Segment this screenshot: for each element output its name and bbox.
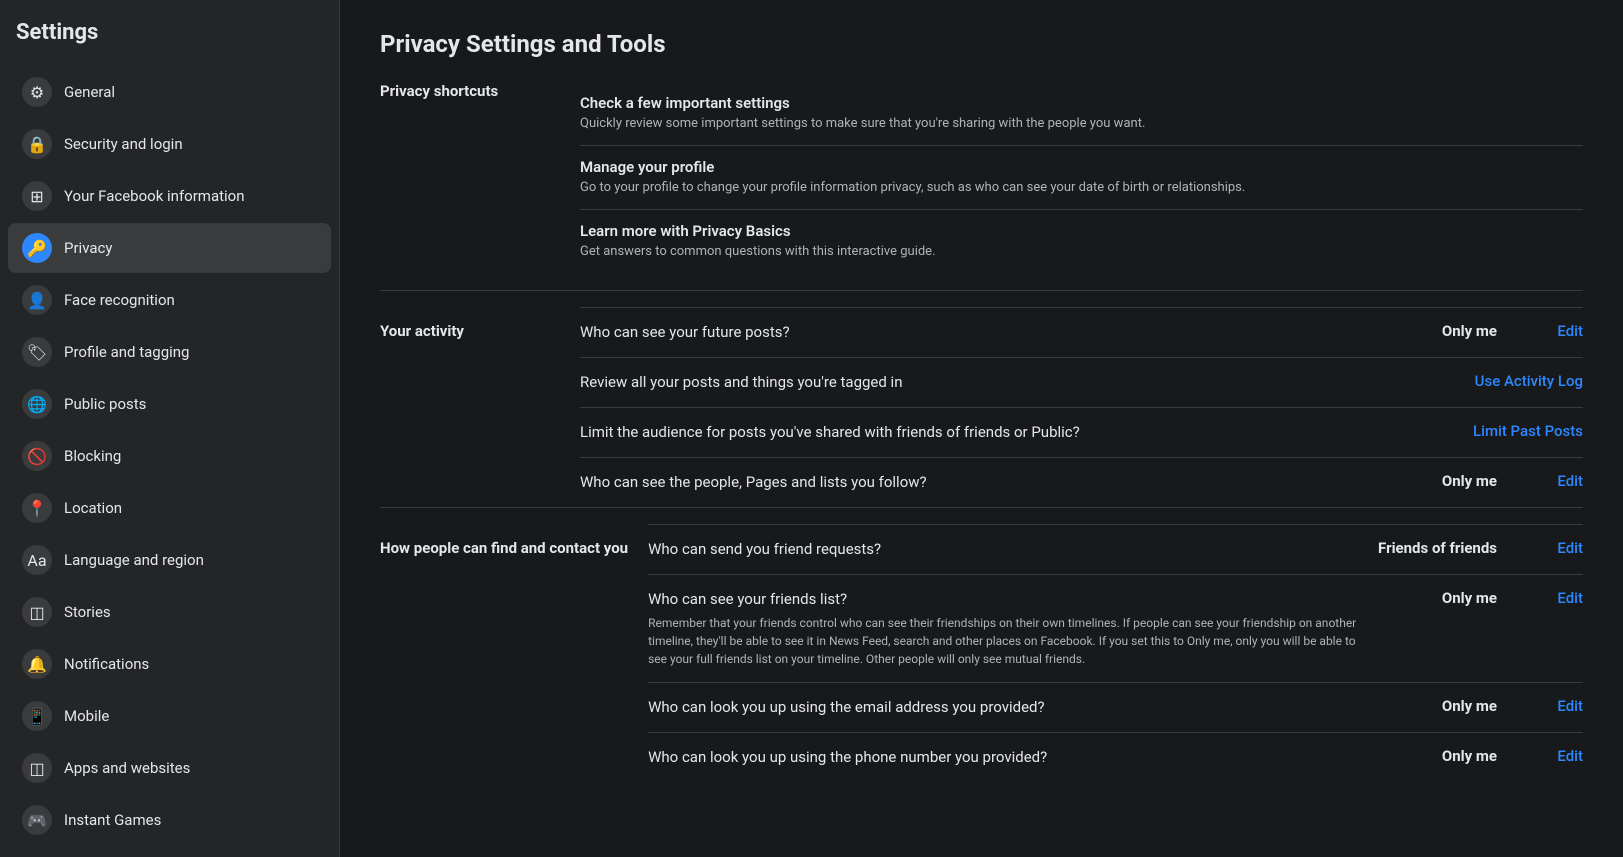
find-row-text-2: Who can look you up using the email addr… (648, 697, 1363, 718)
shortcut-item-0[interactable]: Check a few important settings Quickly re… (580, 82, 1583, 145)
sidebar-item-label-face-recognition: Face recognition (64, 291, 175, 309)
sidebar-item-label-instant-games: Instant Games (64, 811, 161, 829)
sidebar-item-notifications[interactable]: 🔔 Notifications (8, 639, 331, 689)
shortcut-title-2: Learn more with Privacy Basics (580, 222, 1583, 240)
sidebar-item-blocking[interactable]: 🚫 Blocking (8, 431, 331, 481)
sidebar-item-label-stories: Stories (64, 603, 111, 621)
shortcut-item-2[interactable]: Learn more with Privacy Basics Get answer… (580, 209, 1583, 273)
activity-row-action-0[interactable]: Edit (1523, 322, 1583, 340)
facebook-info-icon: ⊞ (22, 181, 52, 211)
activity-row-value-0: Only me (1373, 322, 1513, 340)
privacy-icon: 🔑 (22, 233, 52, 263)
profile-tagging-icon: 🏷 (22, 337, 52, 367)
sidebar: Settings ⚙ General 🔒 Security and login ⊞ You… (0, 0, 340, 857)
privacy-shortcuts-section: Privacy shortcuts Check a few important … (380, 82, 1583, 290)
sidebar-item-privacy[interactable]: 🔑 Privacy (8, 223, 331, 273)
security-icon: 🔒 (22, 129, 52, 159)
shortcut-desc-2: Get answers to common questions with thi… (580, 243, 1583, 261)
sidebar-item-location[interactable]: 📍 Location (8, 483, 331, 533)
sidebar-item-label-general: General (64, 83, 115, 101)
find-row-text-1: Who can see your friends list?Remember t… (648, 589, 1363, 668)
activity-row-text-2: Limit the audience for posts you've shar… (580, 422, 1463, 443)
find-row-text-0: Who can send you friend requests? (648, 539, 1363, 560)
language-icon: Aa (22, 545, 52, 575)
sidebar-item-label-language: Language and region (64, 551, 204, 569)
find-row-value-1: Only me (1373, 589, 1513, 607)
sidebar-item-instant-games[interactable]: 🎮 Instant Games (8, 795, 331, 845)
stories-icon: ◫ (22, 597, 52, 627)
find-row-value-2: Only me (1373, 697, 1513, 715)
sidebar-item-apps-websites[interactable]: ◫ Apps and websites (8, 743, 331, 793)
activity-row-0: Who can see your future posts? Only me Edi… (580, 307, 1583, 357)
your-activity-label: Your activity (380, 307, 580, 342)
main-content: Privacy Settings and Tools Privacy short… (340, 0, 1623, 857)
public-posts-icon: 🌐 (22, 389, 52, 419)
find-rows: Who can send you friend requests? Friends… (648, 524, 1583, 782)
how-people-find-section: How people can find and contact you Who … (380, 507, 1583, 782)
mobile-icon: 📱 (22, 701, 52, 731)
shortcut-title-0: Check a few important settings (580, 94, 1583, 112)
notifications-icon: 🔔 (22, 649, 52, 679)
sidebar-item-label-location: Location (64, 499, 122, 517)
shortcuts-items: Check a few important settings Quickly re… (580, 82, 1583, 274)
sidebar-item-label-security: Security and login (64, 135, 183, 153)
sidebar-item-language[interactable]: Aa Language and region (8, 535, 331, 585)
face-recognition-icon: 👤 (22, 285, 52, 315)
sidebar-item-label-profile-tagging: Profile and tagging (64, 343, 189, 361)
activity-row-text-0: Who can see your future posts? (580, 322, 1363, 343)
your-activity-section: Your activity Who can see your future po… (380, 290, 1583, 507)
find-row-action-3[interactable]: Edit (1523, 747, 1583, 765)
activity-row-3: Who can see the people, Pages and lists … (580, 457, 1583, 507)
find-row-0: Who can send you friend requests? Friends… (648, 524, 1583, 574)
general-icon: ⚙ (22, 77, 52, 107)
page-title: Privacy Settings and Tools (380, 30, 1583, 58)
sidebar-item-mobile[interactable]: 📱 Mobile (8, 691, 331, 741)
apps-websites-icon: ◫ (22, 753, 52, 783)
find-row-text-3: Who can look you up using the phone numb… (648, 747, 1363, 768)
find-row-action-1[interactable]: Edit (1523, 589, 1583, 607)
sidebar-item-general[interactable]: ⚙ General (8, 67, 331, 117)
activity-row-text-3: Who can see the people, Pages and lists … (580, 472, 1363, 493)
blocking-icon: 🚫 (22, 441, 52, 471)
activity-row-action-3[interactable]: Edit (1523, 472, 1583, 490)
sidebar-item-label-notifications: Notifications (64, 655, 149, 673)
shortcut-desc-0: Quickly review some important settings t… (580, 115, 1583, 133)
activity-row-value-3: Only me (1373, 472, 1513, 490)
sidebar-item-label-apps-websites: Apps and websites (64, 759, 190, 777)
sidebar-title: Settings (0, 0, 339, 57)
sidebar-item-business[interactable]: ◫Business integrations (8, 847, 331, 857)
activity-row-action-1[interactable]: Use Activity Log (1475, 372, 1583, 390)
activity-row-2: Limit the audience for posts you've shar… (580, 407, 1583, 457)
instant-games-icon: 🎮 (22, 805, 52, 835)
find-row-value-0: Friends of friends (1373, 539, 1513, 557)
shortcut-item-1[interactable]: Manage your profile Go to your profile to… (580, 145, 1583, 209)
activity-rows: Who can see your future posts? Only me Edi… (580, 307, 1583, 507)
sidebar-item-label-public-posts: Public posts (64, 395, 146, 413)
find-row-1: Who can see your friends list?Remember t… (648, 574, 1583, 682)
sidebar-item-profile-tagging[interactable]: 🏷 Profile and tagging (8, 327, 331, 377)
find-row-value-3: Only me (1373, 747, 1513, 765)
find-row-sub-1: Remember that your friends control who c… (648, 614, 1363, 668)
shortcut-desc-1: Go to your profile to change your profil… (580, 179, 1583, 197)
sidebar-item-stories[interactable]: ◫ Stories (8, 587, 331, 637)
shortcuts-label: Privacy shortcuts (380, 82, 580, 100)
find-row-action-2[interactable]: Edit (1523, 697, 1583, 715)
location-icon: 📍 (22, 493, 52, 523)
how-people-find-label: How people can find and contact you (380, 524, 648, 559)
sidebar-item-label-facebook-info: Your Facebook information (64, 187, 245, 205)
sidebar-item-face-recognition[interactable]: 👤 Face recognition (8, 275, 331, 325)
sidebar-item-label-blocking: Blocking (64, 447, 121, 465)
activity-row-action-2[interactable]: Limit Past Posts (1473, 422, 1583, 440)
activity-row-1: Review all your posts and things you're … (580, 357, 1583, 407)
sidebar-item-public-posts[interactable]: 🌐 Public posts (8, 379, 331, 429)
sidebar-item-facebook-info[interactable]: ⊞ Your Facebook information (8, 171, 331, 221)
find-row-action-0[interactable]: Edit (1523, 539, 1583, 557)
find-row-3: Who can look you up using the phone numb… (648, 732, 1583, 782)
sidebar-item-label-privacy: Privacy (64, 239, 112, 257)
sidebar-item-label-mobile: Mobile (64, 707, 109, 725)
sidebar-item-security[interactable]: 🔒 Security and login (8, 119, 331, 169)
activity-row-text-1: Review all your posts and things you're … (580, 372, 1465, 393)
shortcut-title-1: Manage your profile (580, 158, 1583, 176)
find-row-2: Who can look you up using the email addr… (648, 682, 1583, 732)
